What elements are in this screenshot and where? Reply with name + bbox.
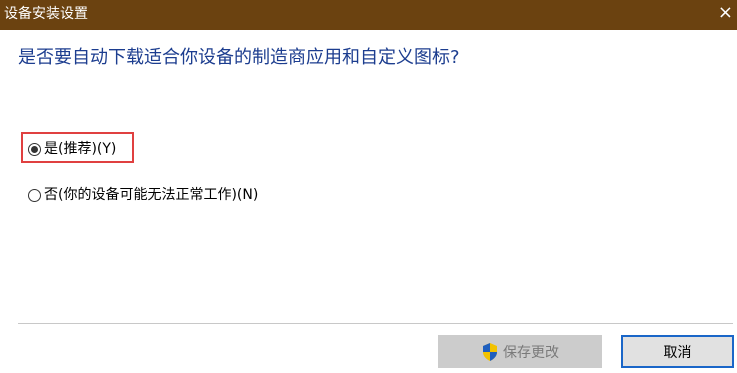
option-yes[interactable]: 是(推荐)(Y) [28, 140, 116, 158]
save-changes-button[interactable]: 保存更改 [438, 335, 602, 368]
cancel-label: 取消 [663, 344, 692, 361]
option-yes-label[interactable]: 是(推荐)(Y) [44, 140, 116, 158]
title-bar: 设备安装设置 × [0, 0, 737, 30]
cancel-button[interactable]: 取消 [621, 335, 734, 368]
option-no-label[interactable]: 否(你的设备可能无法正常工作)(N) [44, 186, 258, 204]
uac-shield-icon [483, 342, 497, 361]
save-changes-label: 保存更改 [503, 344, 559, 361]
close-icon[interactable]: × [707, 0, 737, 30]
radio-yes[interactable] [28, 142, 41, 156]
window-title: 设备安装设置 [4, 6, 88, 22]
question-heading: 是否要自动下载适合你设备的制造商应用和自定义图标? [18, 47, 460, 68]
footer-divider [18, 323, 733, 324]
option-no[interactable]: 否(你的设备可能无法正常工作)(N) [28, 186, 258, 204]
radio-no[interactable] [28, 188, 41, 202]
